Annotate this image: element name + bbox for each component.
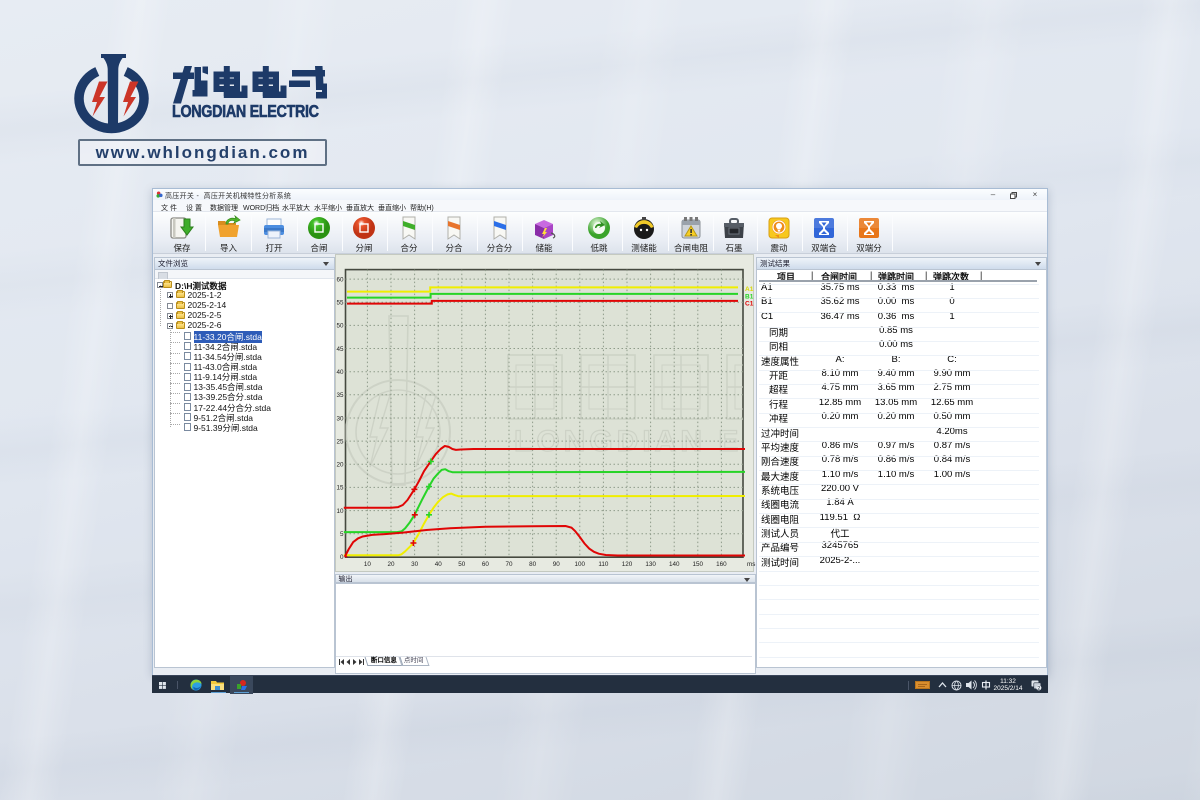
svg-text:20: 20 (387, 561, 395, 568)
svg-text:160: 160 (716, 561, 727, 568)
svg-text:150: 150 (692, 561, 703, 568)
svg-text:0: 0 (339, 554, 343, 561)
svg-text:120: 120 (621, 561, 632, 568)
svg-text:110: 110 (598, 561, 609, 568)
svg-text:40: 40 (336, 369, 344, 376)
svg-text:2: 2 (1037, 685, 1040, 690)
svg-text:100: 100 (574, 561, 585, 568)
svg-text:30: 30 (336, 415, 344, 422)
svg-text:40: 40 (434, 561, 442, 568)
svg-text:90: 90 (552, 561, 560, 568)
svg-text:30: 30 (411, 561, 419, 568)
svg-text:A1: A1 (745, 286, 754, 293)
svg-text:10: 10 (363, 561, 371, 568)
svg-text:20: 20 (336, 462, 344, 469)
svg-text:ms: ms (747, 561, 755, 568)
svg-text:50: 50 (458, 561, 466, 568)
svg-text:35: 35 (336, 392, 344, 399)
svg-text:10: 10 (336, 508, 344, 515)
svg-text:C1: C1 (745, 301, 754, 308)
svg-text:140: 140 (668, 561, 679, 568)
svg-text:130: 130 (645, 561, 656, 568)
svg-text:60: 60 (336, 276, 344, 283)
svg-text:15: 15 (336, 485, 344, 492)
svg-text:55: 55 (336, 300, 344, 307)
svg-text:50: 50 (336, 323, 344, 330)
svg-text:25: 25 (336, 438, 344, 445)
svg-text:80: 80 (529, 561, 537, 568)
svg-text:5: 5 (339, 531, 343, 538)
svg-text:70: 70 (505, 561, 513, 568)
svg-text:60: 60 (481, 561, 489, 568)
svg-text:B1: B1 (745, 294, 754, 301)
svg-text:45: 45 (336, 346, 344, 353)
